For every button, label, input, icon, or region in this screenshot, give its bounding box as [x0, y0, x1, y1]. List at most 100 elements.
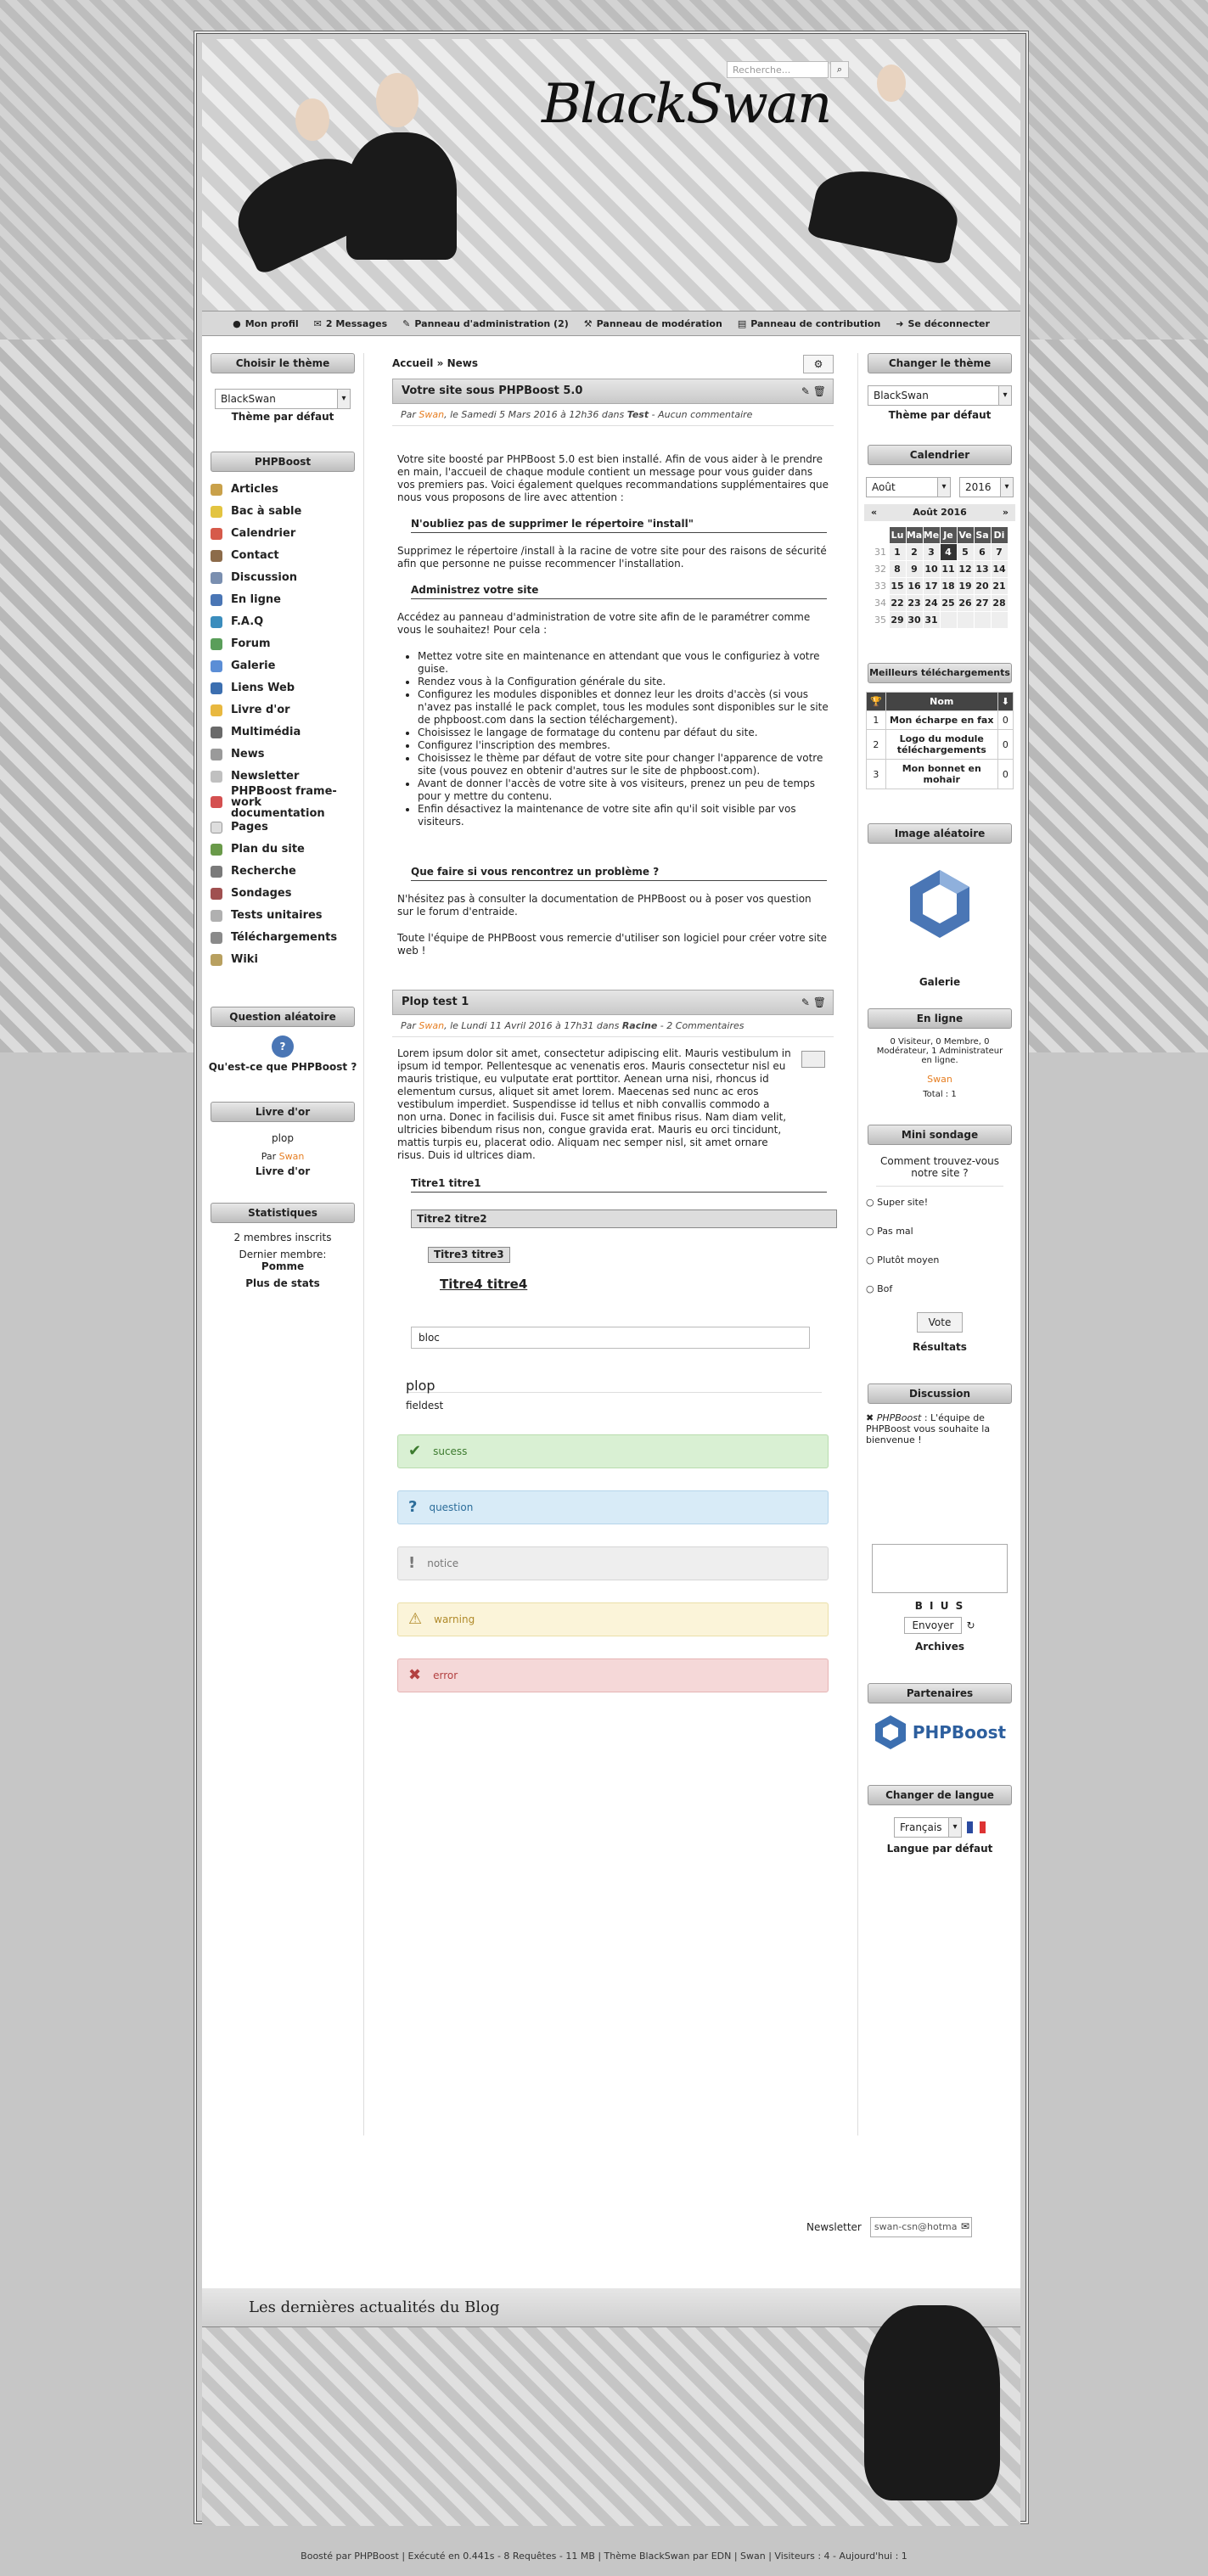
menu-item-calendar[interactable]: Calendrier [211, 523, 363, 545]
toolbar-moderation[interactable]: ⚒ Panneau de modération [584, 318, 722, 329]
table-row[interactable]: 1 Mon écharpe en fax 0 [866, 710, 1014, 730]
poll-option[interactable]: ○ Super site! [866, 1197, 1020, 1226]
menu-item-forum[interactable]: Forum [211, 633, 363, 655]
refresh-icon[interactable]: ↻ [967, 1619, 975, 1631]
calendar-icon [211, 528, 222, 540]
poll-option[interactable]: ○ Plutôt moyen [866, 1254, 1020, 1283]
discussion-message: ✖ PHPBoost : L'équipe de PHPBoost vous s… [866, 1412, 991, 1445]
calendar-prev[interactable]: « [871, 504, 877, 521]
edit-icon[interactable]: ✎ [801, 996, 810, 1008]
toolbar-contribution[interactable]: ▤ Panneau de contribution [738, 318, 880, 329]
year-select[interactable]: 2016 [959, 477, 1014, 497]
menu-item-wiki[interactable]: Wiki [211, 949, 363, 971]
change-theme-select[interactable]: BlackSwan [868, 385, 1012, 406]
guestbook-link[interactable]: Livre d'or [202, 1165, 363, 1177]
menu-item-multimedia[interactable]: Multimédia [211, 721, 363, 744]
menu-item-sandbox[interactable]: Bac à sable [211, 501, 363, 523]
stats-last-member[interactable]: Pomme [202, 1260, 363, 1272]
menu-item-search[interactable]: Recherche [211, 861, 363, 883]
menu-item-sitemap[interactable]: Plan du site [211, 839, 363, 861]
toolbar-logout[interactable]: ➜ Se déconnecter [896, 318, 990, 329]
calendar-day[interactable]: 7 [990, 543, 1009, 561]
language-select[interactable]: Français [894, 1817, 962, 1838]
wrench-icon: ✎ [402, 317, 411, 329]
breadcrumb-home[interactable]: Accueil [392, 357, 433, 369]
table-row[interactable]: 3 Mon bonnet en mohair 0 [866, 759, 1014, 789]
calendar-next[interactable]: » [1003, 504, 1009, 521]
menu-item-guestbook[interactable]: Livre d'or [211, 699, 363, 721]
polls-icon [211, 888, 222, 900]
gear-icon[interactable]: ⚙ [803, 355, 834, 373]
menu-item-news[interactable]: News [211, 744, 363, 766]
menu-item-pages[interactable]: Pages [211, 817, 363, 839]
theme-select[interactable]: BlackSwan [215, 389, 351, 409]
partner-link[interactable]: PHPBoost [859, 1714, 1020, 1751]
poll-option[interactable]: ○ Bof [866, 1283, 1020, 1312]
news1-title[interactable]: Votre site sous PHPBoost 5.0 [402, 384, 582, 397]
send-button[interactable]: Envoyer [904, 1617, 962, 1634]
menu-item-tests[interactable]: Tests unitaires [211, 905, 363, 927]
guestbook-author[interactable]: Swan [279, 1151, 305, 1162]
menu-item-doc[interactable]: PHPBoost frame-work documentation [211, 786, 363, 819]
table-row[interactable]: 2 Logo du module téléchargements 0 [866, 729, 1014, 760]
discussion-textarea[interactable] [872, 1544, 1008, 1593]
menu-item-gallery[interactable]: Galerie [211, 655, 363, 677]
stats-more-link[interactable]: Plus de stats [202, 1277, 363, 1289]
calendar-day[interactable]: 5 [956, 543, 975, 561]
calendar-day-today[interactable]: 4 [939, 543, 958, 561]
vote-button[interactable]: Vote [917, 1312, 963, 1333]
search-input[interactable]: Recherche... [727, 61, 829, 78]
online-user[interactable]: Swan [859, 1074, 1020, 1085]
calendar-day[interactable]: 6 [973, 543, 992, 561]
partners-title: Partenaires [868, 1683, 1012, 1703]
menu-item-polls[interactable]: Sondages [211, 883, 363, 905]
discussion-title: Discussion [868, 1383, 1012, 1404]
toolbar-messages[interactable]: ✉ 2 Messages [314, 318, 388, 329]
site-logo[interactable]: BlackSwan [542, 73, 832, 136]
formatting-toolbar[interactable]: B I U S [859, 1600, 1020, 1612]
menu-item-downloads[interactable]: Téléchargements [211, 927, 363, 949]
news2-title[interactable]: Plop test 1 [402, 996, 469, 1008]
news2-comments[interactable]: - 2 Commentaires [660, 1020, 744, 1031]
news1-category[interactable]: Test [627, 409, 649, 420]
calendar-day[interactable]: 1 [888, 543, 907, 561]
gallery-image[interactable] [902, 866, 978, 942]
poll-option[interactable]: ○ Pas mal [866, 1226, 1020, 1254]
toolbar-profile[interactable]: ● Mon profil [233, 318, 299, 329]
menu-item-weblinks[interactable]: Liens Web [211, 677, 363, 699]
discussion-archives[interactable]: Archives [859, 1641, 1020, 1653]
discussion-author[interactable]: PHPBoost [877, 1412, 922, 1423]
toolbar-admin[interactable]: ✎ Panneau d'administration (2) [402, 318, 569, 329]
news1-author[interactable]: Swan [419, 409, 444, 420]
menu-item-faq[interactable]: F.A.Q [211, 611, 363, 633]
pages-icon [211, 822, 222, 833]
breadcrumb-current[interactable]: News [447, 357, 478, 369]
news1-comments[interactable]: - Aucun commentaire [652, 409, 753, 420]
gallery-caption[interactable]: Galerie [859, 976, 1020, 988]
search-icon[interactable]: ⌕ [830, 61, 849, 78]
calendar-day[interactable]: 3 [922, 543, 941, 561]
menu-item-articles[interactable]: Articles [211, 479, 363, 501]
news2-author[interactable]: Swan [419, 1020, 444, 1031]
news2-category[interactable]: Racine [622, 1020, 657, 1031]
menu-item-online[interactable]: En ligne [211, 589, 363, 611]
news1-paragraph: Accédez au panneau d'administration de v… [397, 611, 811, 636]
envelope-send-icon[interactable]: ✉ [957, 2220, 974, 2232]
month-select[interactable]: Août [866, 477, 951, 497]
theme-default-label: Thème par défaut [231, 411, 334, 423]
delete-icon[interactable]: 🗑 [813, 996, 826, 1008]
calendar-day[interactable]: 2 [905, 543, 924, 561]
close-icon[interactable]: ✖ [866, 1412, 874, 1423]
menu-item-discussion[interactable]: Discussion [211, 567, 363, 589]
phpboost-logo-icon [874, 1715, 906, 1749]
guestbook-menu-title: Livre d'or [211, 1102, 355, 1122]
user-toolbar: ● Mon profil ✉ 2 Messages ✎ Panneau d'admin… [202, 311, 1020, 336]
menu-item-contact[interactable]: Contact [211, 545, 363, 567]
edit-icon[interactable]: ✎ [801, 385, 810, 397]
delete-icon[interactable]: 🗑 [813, 385, 826, 397]
news1-list: Mettez votre site en maintenance en atte… [418, 650, 829, 828]
question-link[interactable]: Qu'est-ce que PHPBoost ? [202, 1061, 363, 1073]
module-menu: Articles Bac à sable Calendrier Contact … [202, 479, 363, 971]
poll-results-link[interactable]: Résultats [859, 1341, 1020, 1353]
list-item: Enfin désactivez la maintenance de votre… [418, 803, 829, 828]
